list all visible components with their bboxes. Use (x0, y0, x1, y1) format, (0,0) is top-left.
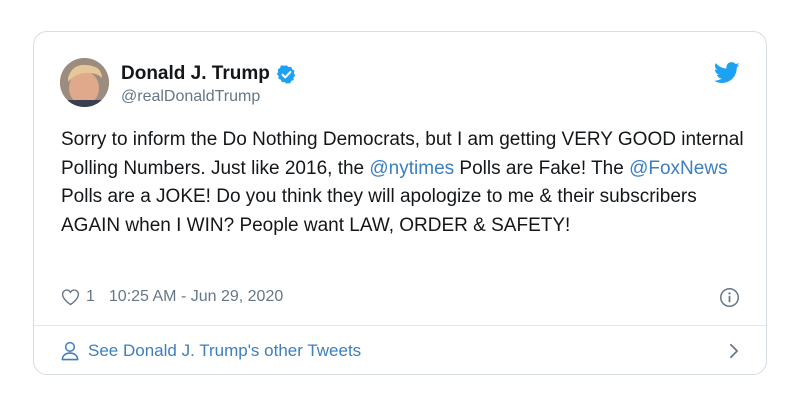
like-count[interactable]: 1 (86, 288, 95, 306)
see-other-tweets-link[interactable]: See Donald J. Trump's other Tweets (61, 339, 740, 363)
tweet-card: Donald J. Trump @realDonaldTrump Sorry t… (33, 31, 767, 375)
info-icon[interactable] (719, 287, 740, 308)
avatar[interactable] (60, 58, 109, 107)
tweet-text-part-2: Polls are Fake! The (454, 157, 630, 179)
verified-badge-icon (276, 64, 296, 84)
author-name[interactable]: Donald J. Trump (121, 63, 270, 85)
heart-icon[interactable] (61, 288, 80, 306)
author-name-row: Donald J. Trump (121, 63, 297, 85)
twitter-bird-icon[interactable] (714, 62, 740, 84)
tweet-timestamp[interactable]: 10:25 AM - Jun 29, 2020 (109, 288, 283, 306)
mention-link-foxnews[interactable]: @FoxNews (629, 158, 727, 179)
chevron-right-icon (730, 343, 738, 359)
tweet-text: Sorry to inform the Do Nothing Democrats… (61, 126, 751, 240)
avatar-image (60, 58, 109, 107)
mention-link-nytimes[interactable]: @nytimes (369, 158, 454, 179)
footer-divider (34, 325, 766, 326)
person-icon (61, 341, 79, 361)
author-handle[interactable]: @realDonaldTrump (121, 88, 260, 106)
tweet-meta-row: 1 10:25 AM - Jun 29, 2020 (61, 288, 283, 306)
see-other-tweets-label: See Donald J. Trump's other Tweets (88, 341, 362, 360)
